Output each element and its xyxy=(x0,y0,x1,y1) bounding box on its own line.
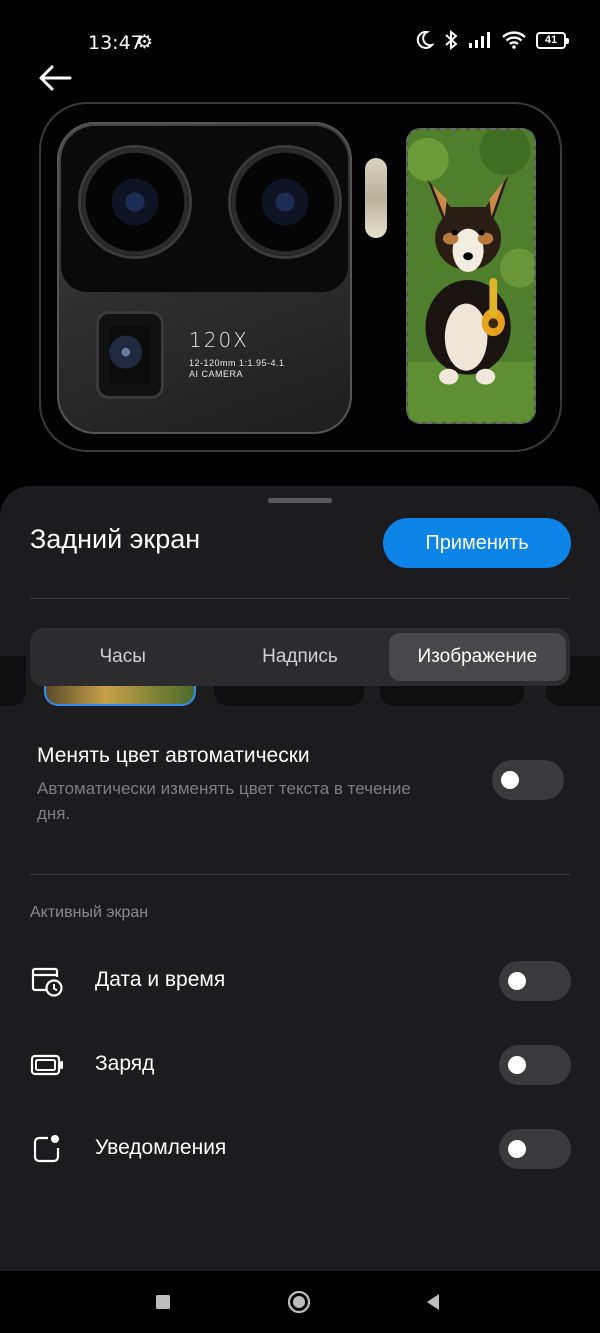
auto-color-toggle[interactable] xyxy=(492,760,564,800)
camera-lens-block xyxy=(61,126,348,292)
auto-color-title: Менять цвет автоматически xyxy=(37,744,310,767)
wifi-icon xyxy=(502,31,526,49)
date-time-toggle[interactable] xyxy=(499,961,571,1001)
notifications-toggle[interactable] xyxy=(499,1129,571,1169)
sheet-drag-handle[interactable] xyxy=(268,498,332,503)
status-icons: 41 xyxy=(414,30,569,50)
camera-lens xyxy=(231,148,339,256)
setting-label: Дата и время xyxy=(95,968,226,991)
settings-icon: ⚙ xyxy=(136,32,154,53)
moon-icon xyxy=(416,30,434,49)
status-bar: 13:47 ⚙ 41 xyxy=(0,0,600,84)
setting-label: Заряд xyxy=(95,1052,155,1075)
auto-color-description: Автоматически изменять цвет текста в теч… xyxy=(37,779,411,823)
setting-label: Уведомления xyxy=(95,1136,227,1159)
recents-icon[interactable] xyxy=(155,1294,171,1310)
back-button[interactable] xyxy=(36,62,76,94)
image-thumbnail[interactable] xyxy=(0,656,26,706)
divider xyxy=(30,874,570,875)
battery-outline-icon xyxy=(30,1054,63,1076)
rear-screen-settings-sheet: Задний экран Применить Часы Надпись Изоб… xyxy=(0,486,600,1271)
notification-dot-icon xyxy=(33,1135,60,1163)
periscope-lens xyxy=(99,314,161,396)
tab-clock[interactable]: Часы xyxy=(34,633,211,681)
camera-spec-text: 12-120mm 1:1.95-4.1 xyxy=(189,358,285,368)
charge-toggle[interactable] xyxy=(499,1045,571,1085)
camera-model-text: 120X xyxy=(189,328,249,352)
bluetooth-icon xyxy=(445,30,458,50)
camera-module: 120X 12-120mm 1:1.95-4.1 AI CAMERA xyxy=(57,122,352,434)
apply-button[interactable]: Применить xyxy=(383,518,571,568)
back-triangle-icon[interactable] xyxy=(425,1293,441,1311)
auto-color-setting: Менять цвет автоматически Автоматически … xyxy=(37,744,437,826)
style-tabs: Часы Надпись Изображение xyxy=(30,628,570,686)
status-time: 13:47 xyxy=(88,32,143,54)
sheet-title: Задний экран xyxy=(30,524,201,554)
section-label-active-screen: Активный экран xyxy=(30,904,149,921)
dog-photo xyxy=(408,130,534,422)
flash-light xyxy=(365,158,387,238)
camera-lens xyxy=(81,148,189,256)
camera-branding: 120X 12-120mm 1:1.95-4.1 AI CAMERA xyxy=(189,328,285,380)
tab-caption[interactable]: Надпись xyxy=(211,633,388,681)
tab-image[interactable]: Изображение xyxy=(388,633,566,681)
navigation-bar xyxy=(0,1271,600,1333)
signal-icon xyxy=(469,32,490,48)
arrow-left-icon xyxy=(39,65,72,91)
home-icon[interactable] xyxy=(287,1290,311,1314)
divider xyxy=(30,598,570,599)
rear-screen-image[interactable] xyxy=(406,128,536,424)
camera-ai-text: AI CAMERA xyxy=(189,369,244,379)
calendar-clock-icon xyxy=(31,967,63,997)
battery-icon: 41 xyxy=(536,31,569,49)
